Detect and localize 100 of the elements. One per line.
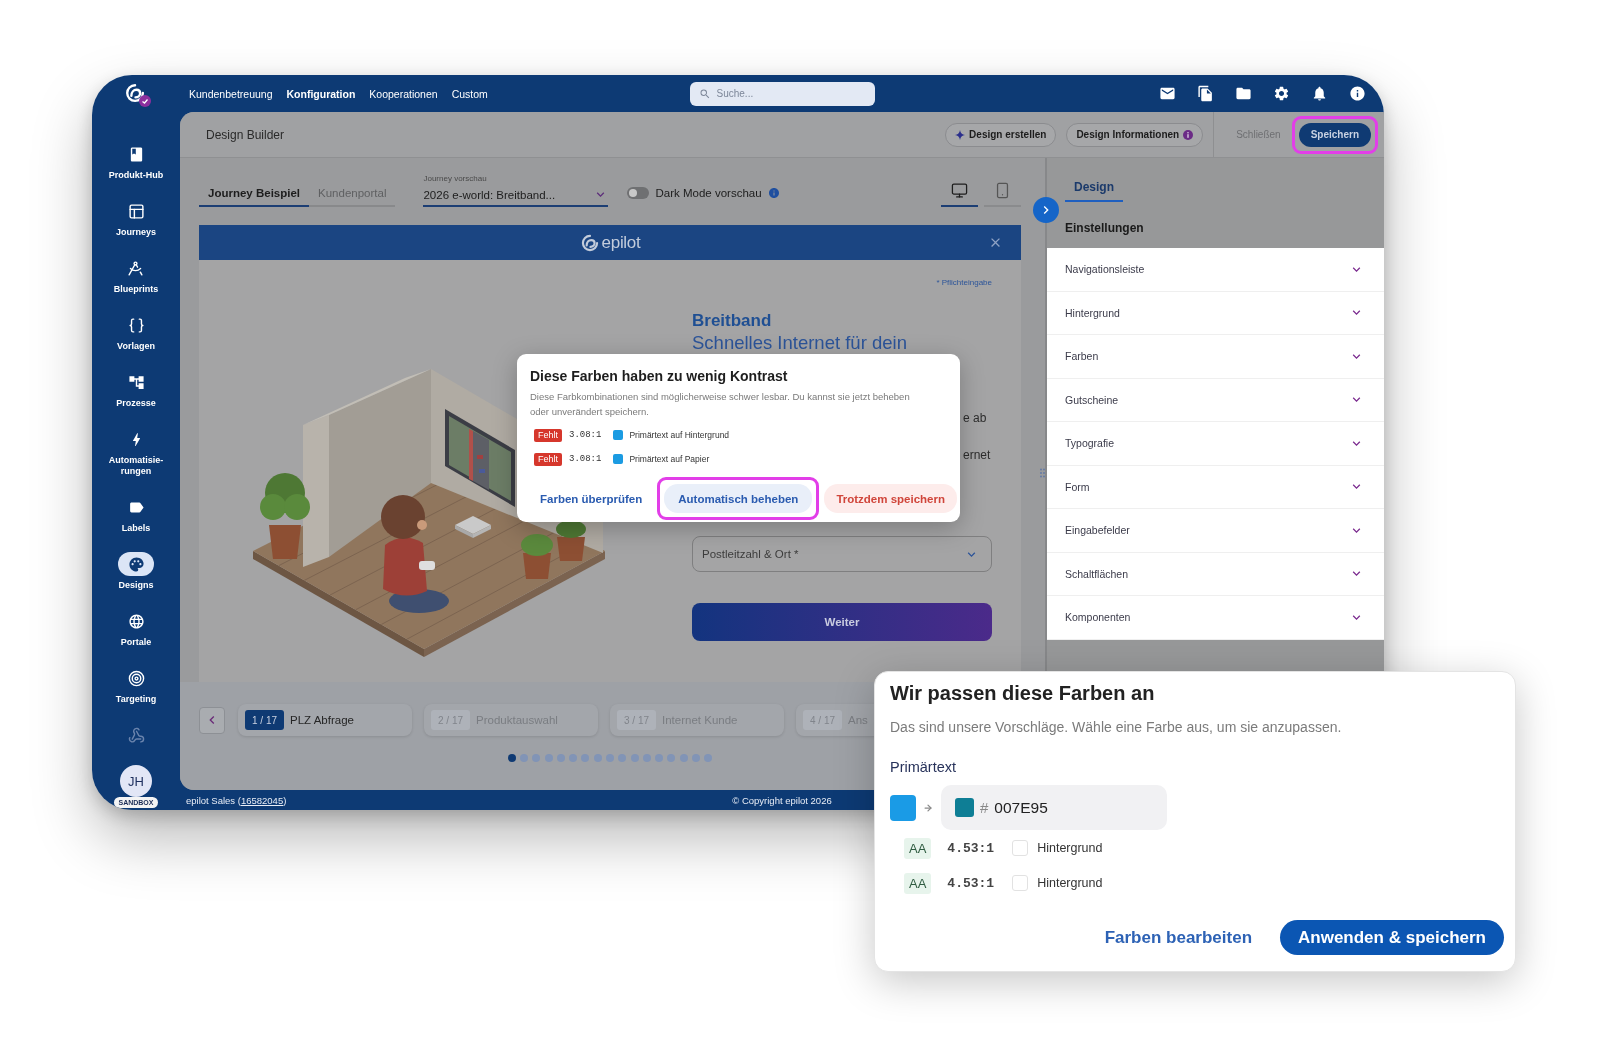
sidebar-item[interactable]: Designs <box>118 552 154 591</box>
page-dot[interactable] <box>618 754 627 762</box>
copyright-text: © Copyright epilot 2026 <box>732 794 832 806</box>
preview-subheading: Schnelles Internet für dein <box>692 333 908 353</box>
preview-heading: Breitband <box>692 311 773 331</box>
journey-select[interactable]: 2026 e-world: Breitband... <box>423 187 609 207</box>
save-anyway-button[interactable]: Trotzdem speichern <box>824 484 957 513</box>
page-dot[interactable] <box>593 754 602 762</box>
contrast-ratio: 3.08:1 <box>569 430 602 440</box>
webhook-icon[interactable] <box>127 726 145 744</box>
tab[interactable]: Design <box>1065 180 1123 202</box>
collapse-button[interactable] <box>1033 197 1059 223</box>
check-label: Hintergrund <box>1037 876 1103 890</box>
sidebar-item[interactable]: Prozesse <box>116 370 156 409</box>
page-dot[interactable] <box>642 754 651 762</box>
compass-icon <box>127 259 145 277</box>
sidebar-item[interactable]: Automatisie-rungen <box>101 427 171 477</box>
popup-description: Das sind unsere Vorschläge. Wähle eine Farbe aus, um sie anzupassen. <box>890 718 1343 737</box>
select-label: Journey vorschau <box>423 174 488 183</box>
body-text: e ab <box>963 411 987 425</box>
edit-colors-button[interactable]: Farben bearbeiten <box>1104 927 1252 948</box>
settings-item[interactable]: Schaltflächen <box>1047 552 1384 596</box>
nav-link[interactable]: Custom <box>451 87 488 100</box>
phone-icon <box>994 182 1011 199</box>
settings-item[interactable]: Hintergrund <box>1047 291 1384 335</box>
page-dot[interactable] <box>704 754 713 762</box>
settings-item[interactable]: Komponenten <box>1047 596 1384 640</box>
arrow-right-icon <box>923 802 933 813</box>
color-input[interactable]: # 007E95 <box>941 785 1167 830</box>
issue-label: Primärtext auf Papier <box>629 454 710 464</box>
color-swatch[interactable] <box>890 794 916 821</box>
page-dot[interactable] <box>606 754 614 762</box>
page-dot[interactable] <box>667 754 676 762</box>
sidebar-item[interactable]: Portale <box>118 609 154 648</box>
page-dot[interactable] <box>679 754 688 762</box>
sidebar-item[interactable]: Labels <box>118 495 154 534</box>
info-icon[interactable] <box>1349 85 1366 102</box>
apply-save-button[interactable]: Anwenden & speichern <box>1280 920 1504 955</box>
location-input[interactable]: Postleitzahl & Ort * <box>702 537 964 571</box>
contrast-ratio: 4.53:1 <box>947 840 995 856</box>
sparkle-icon <box>955 129 966 140</box>
settings-item[interactable]: Farben <box>1047 335 1384 379</box>
device-tab[interactable] <box>941 182 978 207</box>
section-title: Einstellungen <box>1064 220 1145 237</box>
location-select[interactable]: Postleitzahl & Ort * <box>692 536 992 572</box>
tab[interactable]: Journey Beispiel <box>199 187 310 207</box>
sidebar-item[interactable]: Vorlagen <box>117 313 155 352</box>
folder-icon[interactable] <box>1235 85 1252 102</box>
nav-link[interactable]: Kooperationen <box>369 87 438 100</box>
grade-badge: AA <box>904 837 932 859</box>
page-dot[interactable] <box>556 754 565 762</box>
sidebar-item[interactable]: Journeys <box>116 199 156 238</box>
account-label: epilot Sales (16582045) <box>186 794 288 806</box>
bell-icon[interactable] <box>1311 85 1328 102</box>
step-title: PLZ Abfrage <box>290 714 354 726</box>
required-note: * Pflichteingabe <box>936 277 992 289</box>
copy-icon[interactable] <box>1197 85 1214 102</box>
sidebar-item[interactable]: Produkt-Hub <box>108 142 164 181</box>
back-button[interactable] <box>199 706 225 734</box>
mail-icon[interactable] <box>1159 85 1176 102</box>
device-tab[interactable] <box>984 182 1021 207</box>
page-dot[interactable] <box>569 754 578 762</box>
braces-icon <box>127 316 145 334</box>
page-dot[interactable] <box>692 754 701 762</box>
settings-item[interactable]: Typografie <box>1047 422 1384 466</box>
nav-link[interactable]: Konfiguration <box>286 87 356 100</box>
settings-item[interactable]: Eingabefelder <box>1047 509 1384 553</box>
info-icon <box>1183 129 1194 140</box>
dark-mode-toggle[interactable] <box>627 187 650 199</box>
user-avatar[interactable]: JH <box>120 765 152 797</box>
settings-item[interactable]: Form <box>1047 465 1384 509</box>
next-button[interactable]: Weiter <box>692 603 992 641</box>
settings-icon[interactable] <box>1273 85 1290 102</box>
save-button[interactable]: Speichern <box>1298 122 1371 147</box>
page-dot[interactable] <box>519 754 528 762</box>
page-dot[interactable] <box>532 754 541 762</box>
dialog-description: Diese Farbkombinationen sind möglicherweise schwer lesbar. Du kannst sie jetzt beheben oder unverändert speichern. <box>530 390 911 419</box>
page-dot[interactable] <box>544 754 553 762</box>
grade-badge: AA <box>904 872 932 894</box>
auto-fix-button[interactable]: Automatisch beheben <box>664 484 813 513</box>
status-badge: Fehlt <box>534 452 562 466</box>
design-info-button[interactable]: Design Informationen <box>1066 122 1204 147</box>
page-dot[interactable] <box>507 754 516 762</box>
page-dot[interactable] <box>630 754 639 762</box>
create-design-button[interactable]: Design erstellen <box>945 122 1057 147</box>
sidebar-item[interactable]: Targeting <box>115 666 157 705</box>
page-dot[interactable] <box>581 754 590 762</box>
settings-item[interactable]: Gutscheine <box>1047 378 1384 422</box>
nav-link[interactable]: Kundenbetreuung <box>189 87 273 100</box>
sidebar-item[interactable]: Blueprints <box>113 256 159 295</box>
page-dot[interactable] <box>655 754 664 762</box>
logo-icon[interactable] <box>124 82 152 108</box>
search-icon <box>698 87 711 100</box>
drag-handle-icon[interactable] <box>1040 468 1045 478</box>
logo-text: epilot <box>601 232 641 253</box>
tree-icon <box>127 373 145 391</box>
issue-label: Primärtext auf Hintergrund <box>629 430 730 440</box>
settings-item[interactable]: Navigationsleiste <box>1047 248 1384 292</box>
contrast-ratio: 4.53:1 <box>947 875 995 891</box>
review-colors-button[interactable]: Farben überprüfen <box>530 484 653 513</box>
